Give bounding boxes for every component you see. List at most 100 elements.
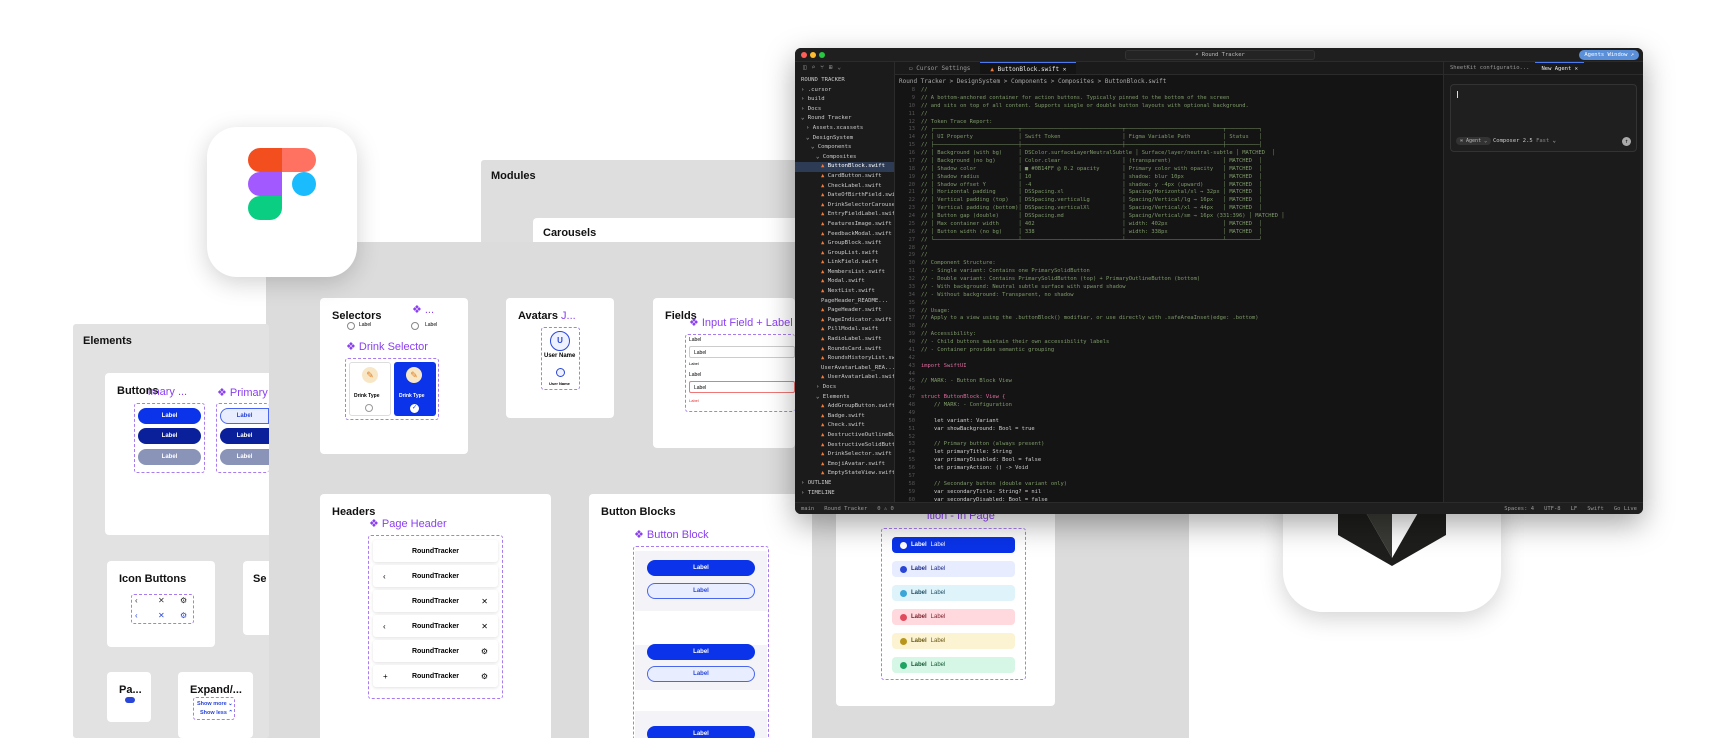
tree-item[interactable]: › build	[795, 95, 894, 105]
page-header-back[interactable]: ‹ RoundTracker	[373, 565, 498, 587]
tree-item[interactable]: ▲ PageHeader.swift	[795, 306, 894, 316]
code-line[interactable]: 56 let primaryAction: () -> Void	[895, 465, 1443, 473]
close-window-button[interactable]	[801, 52, 807, 58]
code-line[interactable]: 31 // - Single variant: Contains one Prim…	[895, 268, 1443, 276]
code-line[interactable]: 43 import SwiftUI	[895, 363, 1443, 371]
plus-icon[interactable]: +	[383, 672, 388, 681]
notification-banner[interactable]: Label Label	[892, 609, 1015, 625]
code-line[interactable]: 39 // Accessibility:	[895, 331, 1443, 339]
agent-chat-input[interactable]: ∞ Agent ⌄ Composer 2.5 Fast ⌄ ↑	[1450, 84, 1637, 152]
tree-item[interactable]: ▲ AddGroupButton.swift	[795, 402, 894, 412]
figma-app-icon[interactable]	[207, 127, 357, 277]
tree-item[interactable]: ⌄ Round Tracker	[795, 114, 894, 124]
code-line[interactable]: 45 // MARK: - Button Block View	[895, 378, 1443, 386]
code-line[interactable]: 55 var primaryDisabled: Bool = false	[895, 457, 1443, 465]
gear-icon[interactable]: ⚙	[180, 596, 187, 605]
status-item[interactable]: main	[801, 506, 814, 512]
tree-item[interactable]: ▲ GroupList.swift	[795, 249, 894, 259]
code-line[interactable]: 35 //	[895, 300, 1443, 308]
status-item[interactable]: Round Tracker	[824, 506, 867, 512]
tab-sheetkit[interactable]: SheetKit configuratio...	[1444, 62, 1535, 74]
code-line[interactable]: 51 var showBackground: Bool = true	[895, 426, 1443, 434]
close-icon[interactable]: ✕	[481, 597, 488, 606]
tree-item[interactable]: ⌄ Components	[795, 143, 894, 153]
code-line[interactable]: 48 // MARK: - Configuration	[895, 402, 1443, 410]
avatar-small[interactable]	[556, 368, 565, 377]
text-field[interactable]: Label	[689, 346, 795, 358]
code-line[interactable]: 11 //	[895, 111, 1443, 119]
notification-banner[interactable]: Label Label	[892, 657, 1015, 673]
tree-item[interactable]: ▲ PillModal.swift	[795, 325, 894, 335]
page-header-back-close[interactable]: ‹ RoundTracker ✕	[373, 615, 498, 637]
tree-item[interactable]: ▲ RoundsCard.swift	[795, 345, 894, 355]
code-line[interactable]: 53 // Primary button (always present)	[895, 441, 1443, 449]
notification-banner[interactable]: Label Label	[892, 633, 1015, 649]
tab-cursor-settings[interactable]: ▭ Cursor Settings	[895, 62, 980, 74]
code-content[interactable]: 8 // 9 // A bottom-anchored container for a…	[895, 87, 1443, 502]
page-header-settings[interactable]: RoundTracker ⚙	[373, 640, 498, 662]
tree-item[interactable]: ▲ FeedbackModal.swift	[795, 230, 894, 240]
page-header-add-settings[interactable]: + RoundTracker ⚙	[373, 665, 498, 687]
tree-item[interactable]: ⌄ Elements	[795, 393, 894, 403]
code-line[interactable]: 36 // Usage:	[895, 308, 1443, 316]
close-icon[interactable]: ✕	[158, 611, 165, 620]
code-line[interactable]: 25 // │ Max container width │ 402 │ width…	[895, 221, 1443, 229]
show-more-link[interactable]: Show more ⌄	[197, 701, 233, 707]
tree-item[interactable]: ▲ Check.swift	[795, 421, 894, 431]
radio-button[interactable]	[411, 322, 419, 330]
tree-item[interactable]: ▲ EmptyStateView.swift	[795, 469, 894, 479]
tree-item[interactable]: ▲ LinkField.swift	[795, 258, 894, 268]
primary-button-disabled[interactable]: Label	[138, 449, 201, 465]
code-line[interactable]: 18 // │ Shadow color │ ■ #0B14FF @ 0.2 op…	[895, 166, 1443, 174]
code-line[interactable]: 16 // │ Background (with bg) │ DSColor.su…	[895, 150, 1443, 158]
gear-icon[interactable]: ⚙	[481, 647, 488, 656]
agents-window-button[interactable]: Agents Window ↗	[1579, 50, 1639, 60]
outline-button[interactable]: Label	[647, 666, 755, 682]
tree-item[interactable]: ▲ Modal.swift	[795, 277, 894, 287]
code-line[interactable]: 28 //	[895, 245, 1443, 253]
tree-item[interactable]: › Docs	[795, 383, 894, 393]
page-header-close[interactable]: RoundTracker ✕	[373, 590, 498, 612]
close-icon[interactable]: ✕	[481, 622, 488, 631]
tree-item[interactable]: › TIMELINE	[795, 489, 894, 499]
status-item[interactable]: UTF-8	[1544, 506, 1561, 512]
outline-button[interactable]: Label	[647, 583, 755, 599]
code-line[interactable]: 38 //	[895, 323, 1443, 331]
code-line[interactable]: 10 // and sits on top of all content. Sup…	[895, 103, 1443, 111]
primary-button-disabled-alt[interactable]: Label	[220, 449, 269, 465]
tree-item[interactable]: ▲ NextList.swift	[795, 287, 894, 297]
status-item[interactable]: Spaces: 4	[1504, 506, 1534, 512]
code-line[interactable]: 33 // - With background: Neutral subtle s…	[895, 284, 1443, 292]
code-line[interactable]: 8 //	[895, 87, 1443, 95]
tree-item[interactable]: ▲ RadioLabel.swift	[795, 335, 894, 345]
status-item[interactable]: 0 ⚠ 0	[877, 506, 894, 512]
code-line[interactable]: 29 //	[895, 252, 1443, 260]
tree-item[interactable]: PageHeader_README...	[795, 297, 894, 307]
tree-item[interactable]: ▲ EntryFieldLabel.swift	[795, 210, 894, 220]
gear-icon[interactable]: ⚙	[481, 672, 488, 681]
minimize-window-button[interactable]	[810, 52, 816, 58]
primary-button[interactable]: Label	[647, 726, 755, 738]
send-button[interactable]: ↑	[1622, 137, 1631, 146]
primary-button-pressed[interactable]: Label	[138, 428, 201, 444]
tree-item[interactable]: ▲ Badge.swift	[795, 412, 894, 422]
code-line[interactable]: 50 let variant: Variant	[895, 418, 1443, 426]
chevron-left-icon[interactable]: ‹	[135, 611, 138, 620]
code-line[interactable]: 57	[895, 473, 1443, 481]
code-line[interactable]: 58 // Secondary button (double variant o…	[895, 481, 1443, 489]
code-line[interactable]: 54 let primaryTitle: String	[895, 449, 1443, 457]
tree-item[interactable]: ROUND TRACKER	[795, 76, 894, 86]
breadcrumb[interactable]: Round Tracker > DesignSystem > Component…	[895, 75, 1443, 87]
code-line[interactable]: 37 // Apply to a view using the .buttonBl…	[895, 315, 1443, 323]
code-line[interactable]: 14 // │ UI Property │ Swift Token │ Figma…	[895, 134, 1443, 142]
avatar[interactable]: U	[550, 331, 570, 351]
code-line[interactable]: 42	[895, 355, 1443, 363]
tree-item[interactable]: › Docs	[795, 105, 894, 115]
tree-item[interactable]: ▲ CardButton.swift	[795, 172, 894, 182]
outline-button[interactable]: Label	[220, 408, 269, 424]
tree-item[interactable]: ▲ DestructiveSolidButto...	[795, 441, 894, 451]
tree-item[interactable]: ▲ PageIndicator.swift	[795, 316, 894, 326]
code-line[interactable]: 9 // A bottom-anchored container for acti…	[895, 95, 1443, 103]
notification-banner[interactable]: Label Label	[892, 537, 1015, 553]
radio-button[interactable]	[347, 322, 355, 330]
